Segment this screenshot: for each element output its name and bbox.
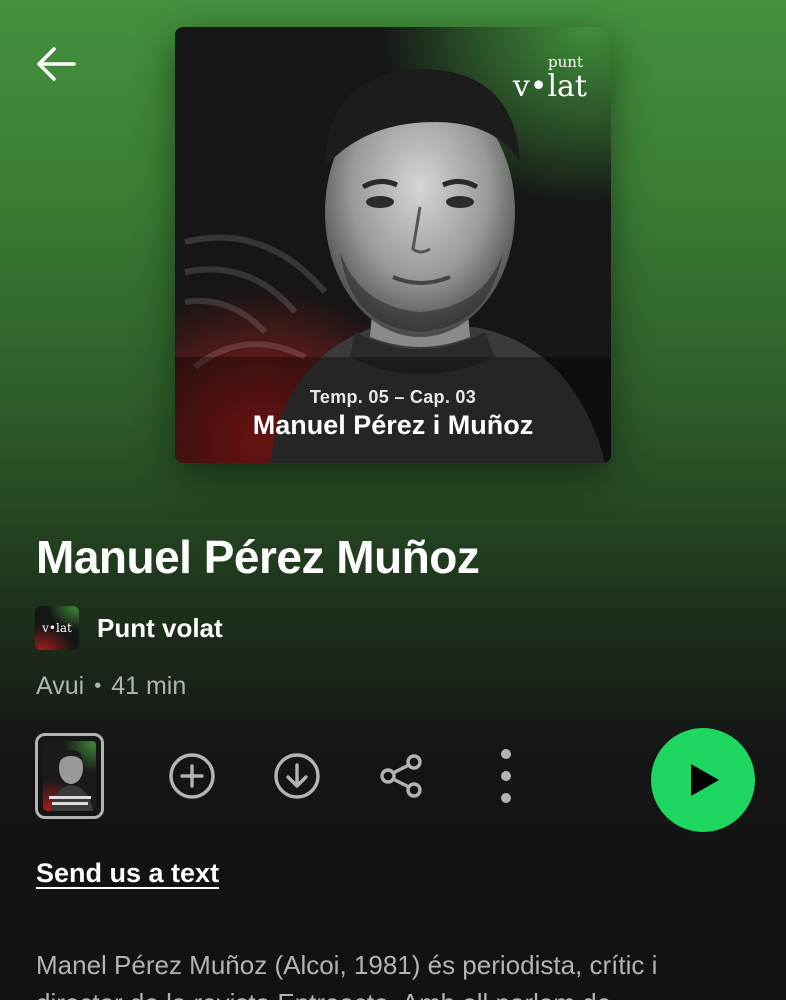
show-thumb-logo: v•lat [42,621,72,635]
play-icon [691,764,719,796]
cover-guest-name: Manuel Pérez i Muñoz [252,410,534,440]
episode-date: Avui [36,672,85,700]
episode-thumbnail-button[interactable] [35,733,104,819]
download-button[interactable] [269,748,325,804]
episode-duration: 41 min [111,672,187,700]
meta-separator: • [94,675,102,697]
episode-thumbnail-image [43,741,96,811]
send-us-a-text-link[interactable]: Send us a text [36,858,219,889]
share-icon [380,754,422,798]
episode-meta: Avui • 41 min [36,672,186,701]
punt-volat-logo: punt v•lat [513,55,587,102]
add-to-library-button[interactable] [164,748,220,804]
arrow-left-icon [37,47,76,81]
more-options-button[interactable] [478,748,534,804]
episode-title: Manuel Pérez Muñoz [36,531,480,583]
thumbnail-portrait [49,750,93,811]
back-button[interactable] [30,38,82,90]
more-vertical-icon [501,749,511,803]
show-name: Punt volat [97,612,223,643]
show-thumbnail: v•lat [35,606,79,650]
logo-top-text: punt [548,53,583,71]
play-button[interactable] [651,728,755,832]
episode-cover-art: punt v•lat Temp. 05 – Cap. 03 Manuel Pér… [175,27,611,463]
add-circle-icon [169,753,215,799]
cover-episode-code: Temp. 05 – Cap. 03 [309,387,477,407]
share-button[interactable] [373,748,429,804]
episode-description: Manel Pérez Muñoz (Alcoi, 1981) és perio… [36,950,658,1000]
show-link[interactable]: v•lat Punt volat [35,606,223,650]
download-circle-icon [274,753,320,799]
logo-main-text: v•lat [512,69,587,104]
